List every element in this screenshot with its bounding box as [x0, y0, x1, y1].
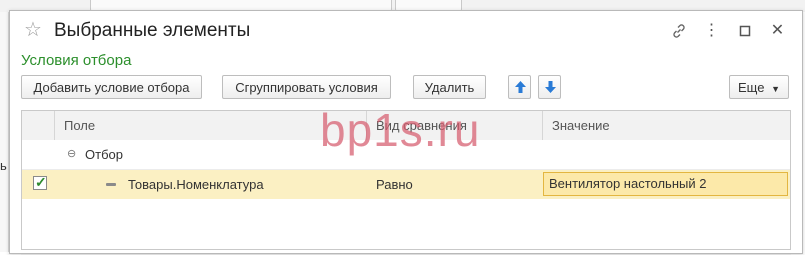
link-icon[interactable] — [662, 20, 695, 42]
item-dash-icon — [106, 183, 116, 186]
move-down-button[interactable] — [538, 75, 561, 99]
more-button[interactable]: Еще ▼ — [729, 75, 789, 99]
star-icon[interactable]: ☆ — [24, 17, 42, 42]
comparison-cell[interactable]: Равно — [376, 170, 413, 199]
maximize-icon[interactable] — [728, 20, 761, 42]
watermark: bp1s.ru — [320, 104, 481, 156]
delete-button[interactable]: Удалить — [413, 75, 486, 99]
header-value[interactable]: Значение — [543, 111, 790, 140]
close-icon[interactable]: ✕ — [761, 20, 794, 42]
add-condition-button[interactable]: Добавить условие отбора — [21, 75, 202, 99]
arrow-up-icon — [515, 81, 526, 93]
more-button-label: Еще — [738, 80, 765, 95]
checkmark-icon: ✓ — [35, 174, 47, 190]
group-label: Отбор — [85, 147, 123, 162]
move-up-button[interactable] — [508, 75, 531, 99]
group-conditions-button[interactable]: Сгруппировать условия — [222, 75, 391, 99]
header-checkbox-column — [22, 111, 55, 140]
background-left-panel — [0, 12, 9, 252]
value-cell[interactable]: Вентилятор настольный 2 — [543, 172, 788, 196]
table-row[interactable]: ✓ Товары.Номенклатура Равно Вентилятор н… — [22, 170, 790, 199]
more-icon[interactable]: ⋮ — [695, 20, 728, 42]
background-text: ь — [0, 158, 7, 173]
dialog-titlebar: ☆ Выбранные элементы ⋮ ✕ — [10, 11, 802, 49]
collapse-icon[interactable]: ⊖ — [67, 140, 76, 169]
dialog-title: Выбранные элементы — [54, 20, 251, 41]
section-title: Условия отбора — [21, 52, 132, 69]
dropdown-arrow-icon: ▼ — [771, 84, 780, 94]
window-controls: ⋮ ✕ — [662, 20, 794, 42]
toolbar: Добавить условие отбора Сгруппировать ус… — [21, 75, 791, 101]
field-cell[interactable]: Товары.Номенклатура — [128, 170, 264, 199]
arrow-down-icon — [545, 81, 556, 93]
row-checkbox[interactable]: ✓ — [33, 174, 47, 190]
